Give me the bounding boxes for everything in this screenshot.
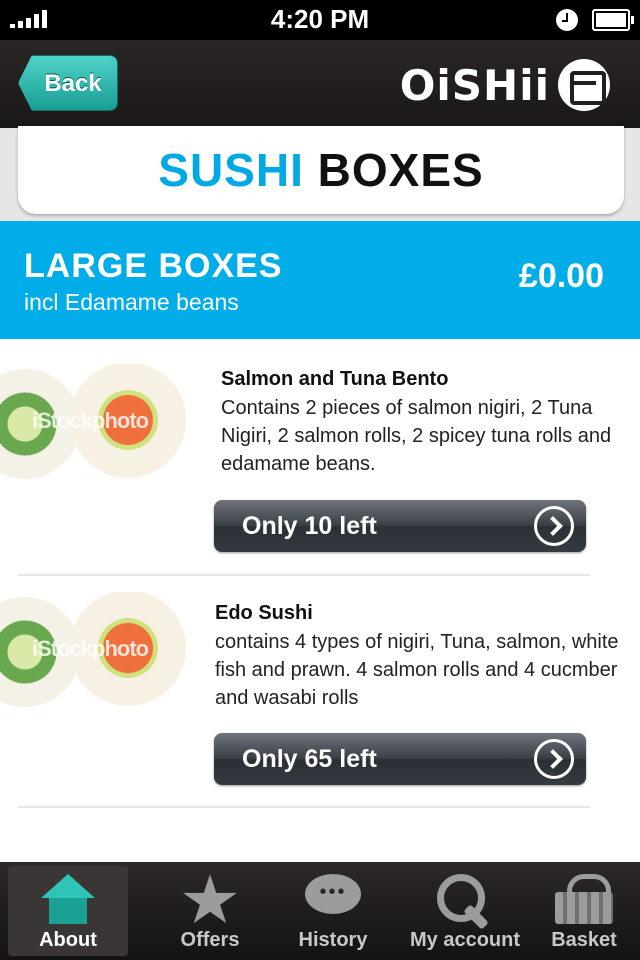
image-watermark: iStockphoto xyxy=(32,408,149,433)
tab-label: Basket xyxy=(551,929,617,951)
product-name: Salmon and Tuna Bento xyxy=(221,368,449,390)
status-time: 4:20 PM xyxy=(270,4,370,34)
page-title: SUSHI BOXES xyxy=(158,144,483,196)
page-title-main: BOXES xyxy=(317,144,484,196)
brand-logo: OiSHii xyxy=(400,58,610,112)
tab-label: Offers xyxy=(180,929,240,951)
tab-history[interactable]: History xyxy=(273,866,393,956)
status-bar: 4:20 PM xyxy=(0,0,640,40)
chevron-right-icon xyxy=(534,739,574,779)
category-banner: LARGE BOXES incl Edamame beans £0.00 xyxy=(0,221,640,339)
magnifier-icon xyxy=(437,874,493,930)
product-description: Contains 2 pieces of salmon nigiri, 2 Tu… xyxy=(221,397,612,475)
title-area: SUSHI BOXES xyxy=(0,126,640,221)
product-item: iStockphoto Salmon and Tuna Bento Contai… xyxy=(0,364,640,576)
category-price: £0.00 xyxy=(518,257,604,295)
chevron-right-icon xyxy=(534,506,574,546)
product-description: contains 4 types of nigiri, Tuna, salmon… xyxy=(215,631,619,709)
battery-icon xyxy=(592,9,634,31)
stock-button[interactable]: Only 10 left xyxy=(214,500,586,552)
basket-icon xyxy=(555,874,613,924)
tab-label: About xyxy=(39,929,97,951)
brand-name: OiSHii xyxy=(399,60,550,110)
tab-my-account[interactable]: My account xyxy=(402,866,528,956)
stock-button[interactable]: Only 65 left xyxy=(214,733,586,785)
bento-box-icon xyxy=(558,59,610,111)
product-image[interactable]: iStockphoto xyxy=(0,364,186,484)
stock-label: Only 10 left xyxy=(242,512,377,540)
stock-label: Only 65 left xyxy=(242,745,377,773)
page-title-card: SUSHI BOXES xyxy=(18,126,624,214)
tab-offers[interactable]: Offers xyxy=(150,866,270,956)
product-item: iStockphoto Edo Sushi contains 4 types o… xyxy=(0,592,640,810)
tab-bar: About Offers History My account Basket xyxy=(0,862,640,960)
tab-label: My account xyxy=(409,929,521,951)
tab-about[interactable]: About xyxy=(8,866,128,956)
divider xyxy=(18,574,590,576)
clock-icon xyxy=(556,9,578,31)
tab-label: History xyxy=(298,929,368,951)
product-image[interactable]: iStockphoto xyxy=(0,592,186,712)
house-icon xyxy=(41,874,95,924)
chat-icon xyxy=(305,874,361,922)
divider xyxy=(18,806,590,808)
star-icon xyxy=(183,874,237,924)
tab-basket[interactable]: Basket xyxy=(528,866,640,956)
product-name: Edo Sushi xyxy=(215,602,313,624)
image-watermark: iStockphoto xyxy=(32,636,149,661)
category-title: LARGE BOXES xyxy=(24,247,283,285)
navigation-bar: Back OiSHii xyxy=(0,40,640,128)
back-button[interactable]: Back xyxy=(18,55,118,111)
page-title-accent: SUSHI xyxy=(158,144,304,196)
category-subtitle: incl Edamame beans xyxy=(24,289,239,315)
